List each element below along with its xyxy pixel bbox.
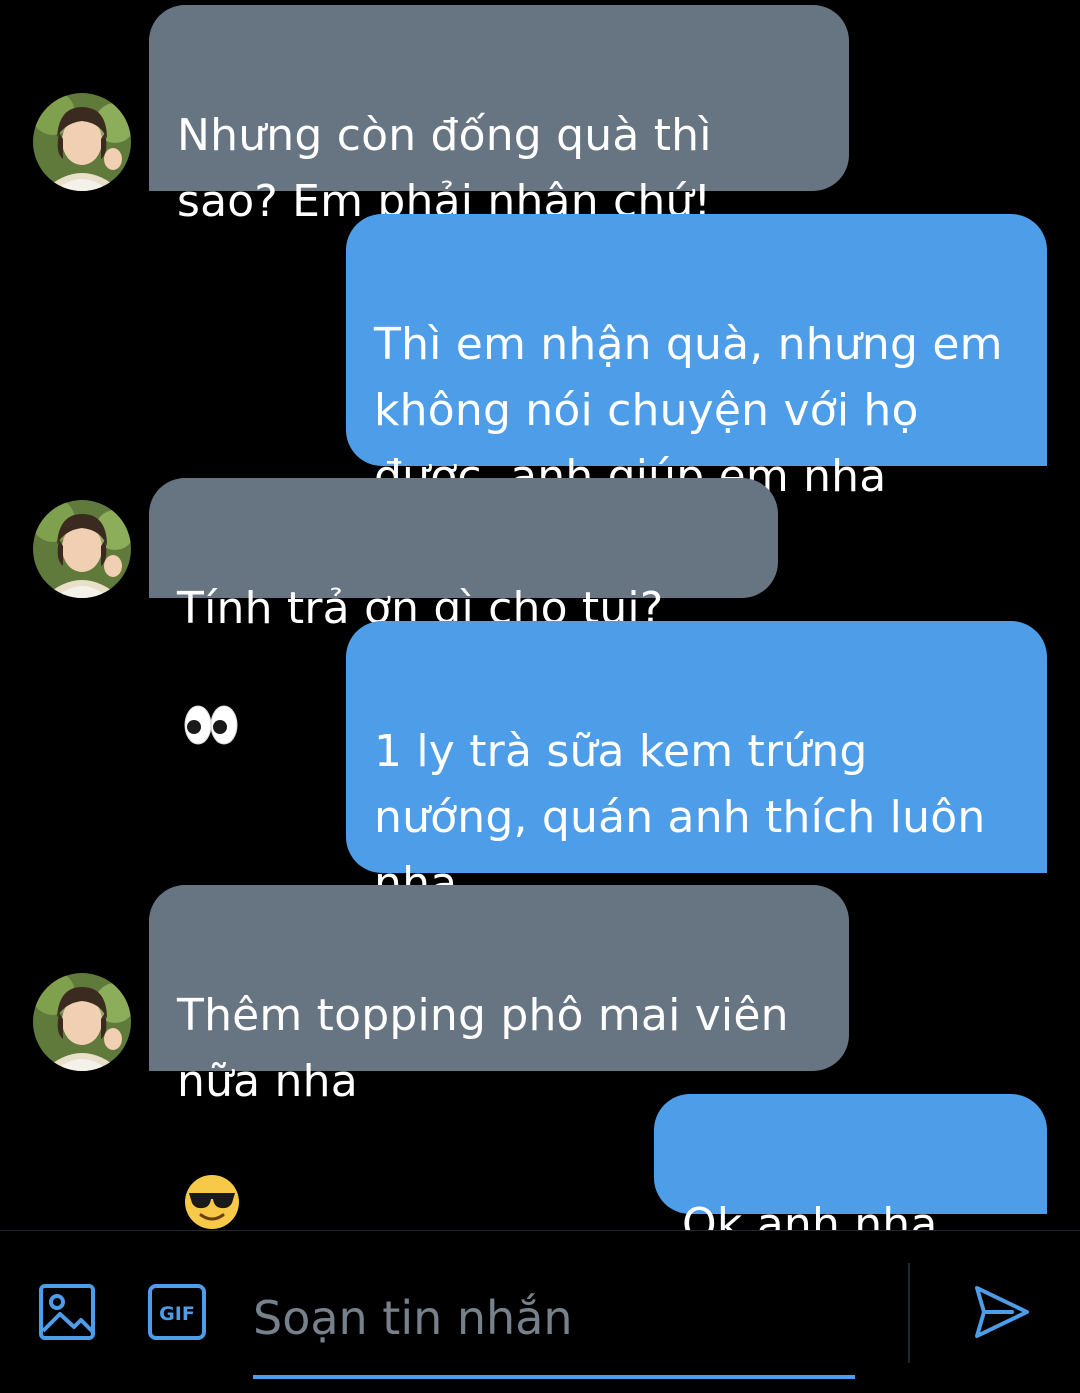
message-bubble-incoming[interactable]: Thêm topping phô mai viên nữa nha xyxy=(149,885,849,1229)
message-thread: Nhưng còn đống quà thì sao? Em phải nhận… xyxy=(0,0,1080,1372)
contact-avatar[interactable] xyxy=(33,973,131,1071)
message-bubble-incoming[interactable]: Nhưng còn đống quà thì sao? Em phải nhận… xyxy=(149,5,849,227)
contact-avatar[interactable] xyxy=(33,93,131,191)
message-bubble-incoming[interactable]: Tính trả ơn gì cho tui? xyxy=(149,478,778,745)
message-text: Thêm topping phô mai viên nữa nha xyxy=(177,990,789,1107)
message-composer: GIF xyxy=(0,1230,1080,1385)
eyes-emoji-icon xyxy=(183,634,239,766)
message-bubble-outgoing[interactable]: Ok anh nha xyxy=(654,1094,1047,1372)
message-text: Thì em nhận quà, nhưng em không nói chuy… xyxy=(374,319,1003,502)
sunglasses-emoji-icon xyxy=(183,1107,241,1250)
send-icon[interactable] xyxy=(972,1283,1032,1345)
message-bubble-outgoing[interactable]: 1 ly trà sữa kem trứng nướng, quán anh t… xyxy=(346,621,1047,1031)
image-icon[interactable] xyxy=(38,1283,96,1345)
message-text: Nhưng còn đống quà thì sao? Em phải nhận… xyxy=(177,110,712,227)
message-text: 1 ly trà sữa kem trứng nướng, quán anh t… xyxy=(374,726,986,909)
contact-avatar[interactable] xyxy=(33,500,131,598)
gif-label: GIF xyxy=(159,1303,195,1325)
message-bubble-outgoing[interactable]: Thì em nhận quà, nhưng em không nói chuy… xyxy=(346,214,1047,502)
message-input[interactable] xyxy=(253,1283,853,1353)
input-underline xyxy=(253,1375,855,1379)
gif-button[interactable]: GIF xyxy=(147,1283,207,1345)
composer-divider xyxy=(908,1263,910,1363)
